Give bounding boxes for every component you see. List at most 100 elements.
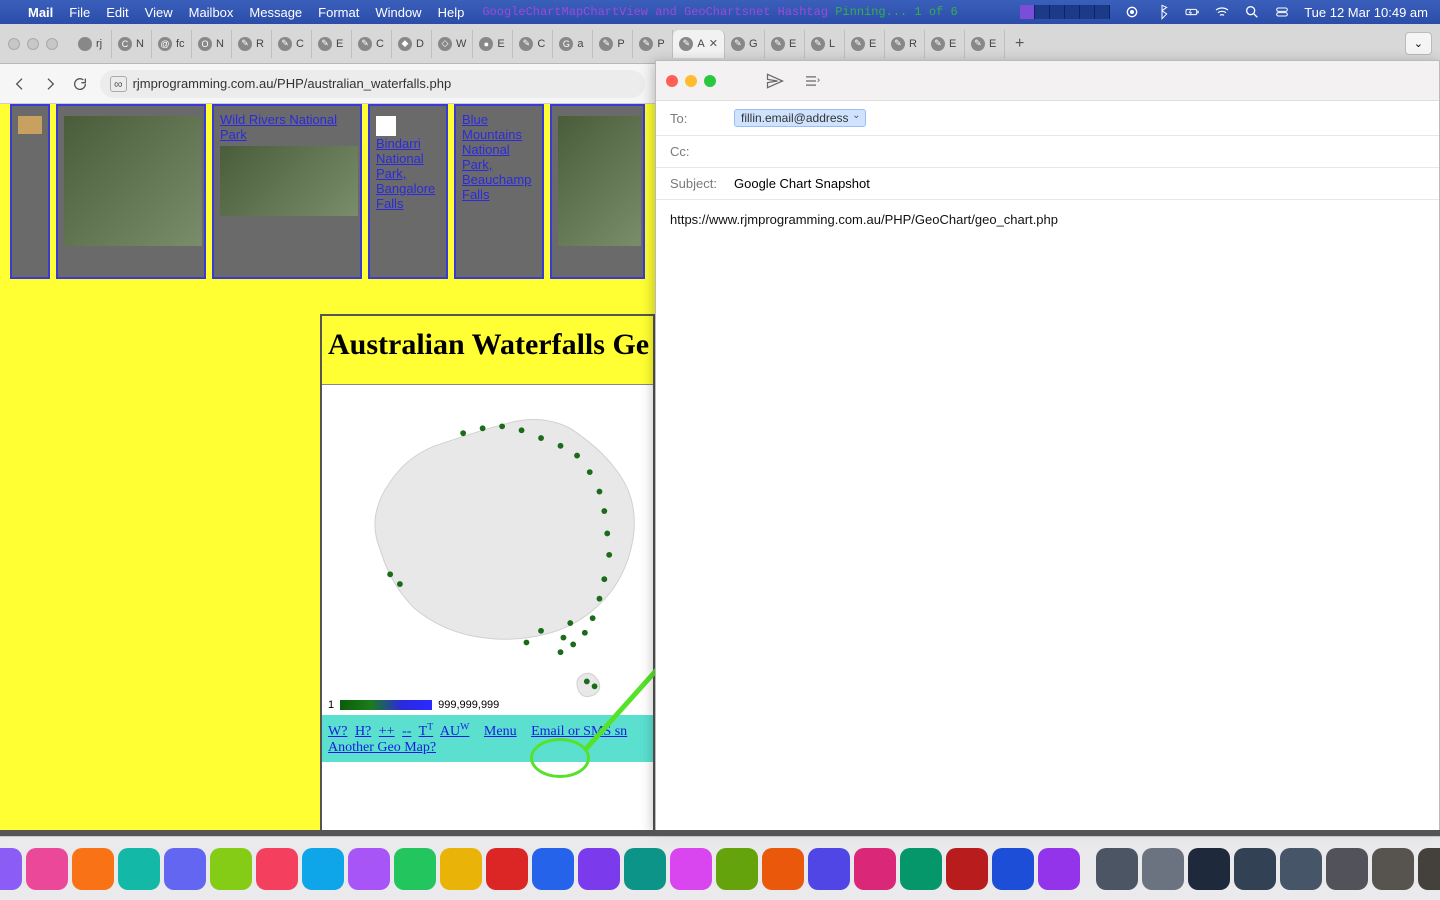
dock-app-icon[interactable] [578,848,620,890]
browser-tab[interactable]: ✎C [272,30,312,58]
geo-link-another[interactable]: Another Geo Map? [328,740,436,755]
browser-tab[interactable]: ●E [473,30,513,58]
dock-app-icon[interactable] [1038,848,1080,890]
browser-tab[interactable]: @fc [152,30,192,58]
geo-link-minus[interactable]: -- [402,724,411,739]
waterfall-tile[interactable] [10,104,50,279]
screen-record-icon[interactable] [1124,4,1140,20]
mail-cc-field[interactable]: Cc: [656,136,1439,168]
browser-tab[interactable]: CN [112,30,152,58]
browser-tab[interactable]: ◆D [392,30,432,58]
browser-tab[interactable]: ✎E [965,30,1005,58]
browser-tab[interactable]: ✎R [885,30,925,58]
tile-link[interactable]: Bindarri National Park, Bangalore Falls [376,136,440,211]
dock-app-icon[interactable] [440,848,482,890]
reload-icon[interactable] [70,74,90,94]
spotlight-icon[interactable] [1244,4,1260,20]
waterfall-tile[interactable]: Blue Mountains National Park, Beauchamp … [454,104,544,279]
dock-app-icon[interactable] [0,848,22,890]
dock-app-icon[interactable] [486,848,528,890]
browser-tab[interactable]: ✎A✕ [673,30,725,58]
menubar-clock[interactable]: Tue 12 Mar 10:49 am [1304,5,1428,20]
dock-app-icon[interactable] [1280,848,1322,890]
mail-subject-field[interactable]: Subject: Google Chart Snapshot [656,168,1439,200]
dock-app-icon[interactable] [1096,848,1138,890]
dock-app-icon[interactable] [716,848,758,890]
nav-forward-icon[interactable] [40,74,60,94]
wifi-icon[interactable] [1214,4,1230,20]
browser-tab[interactable]: ✎R [232,30,272,58]
mail-body[interactable]: https://www.rjmprogramming.com.au/PHP/Ge… [656,200,1439,239]
tile-link[interactable]: Blue Mountains National Park, Beauchamp … [462,112,536,202]
menu-format[interactable]: Format [318,5,359,20]
tab-overflow-button[interactable]: ⌄ [1405,32,1432,55]
browser-tab[interactable]: ✎G [725,30,765,58]
waterfall-tile[interactable]: Bindarri National Park, Bangalore Falls [368,104,448,279]
dock-app-icon[interactable] [256,848,298,890]
dock-app-icon[interactable] [1188,848,1230,890]
browser-tab[interactable]: ✎E [312,30,352,58]
dock-app-icon[interactable] [210,848,252,890]
dock-app-icon[interactable] [808,848,850,890]
geo-link-plus[interactable]: ++ [379,724,395,739]
geo-link-email[interactable]: Email or SMS sn [531,724,627,739]
dock-app-icon[interactable] [854,848,896,890]
tab-close-icon[interactable]: ✕ [709,37,718,50]
browser-tab[interactable]: ✎E [765,30,805,58]
dock-app-icon[interactable] [164,848,206,890]
control-center-icon[interactable] [1274,4,1290,20]
dock-app-icon[interactable] [118,848,160,890]
browser-tab[interactable]: ✎E [925,30,965,58]
new-tab-button[interactable]: + [1005,35,1034,53]
menu-mailbox[interactable]: Mailbox [189,5,234,20]
browser-tab[interactable]: ✎C [352,30,392,58]
nav-back-icon[interactable] [10,74,30,94]
menu-mail[interactable]: Mail [28,5,53,20]
menu-window[interactable]: Window [375,5,421,20]
browser-tab[interactable]: ✎C [513,30,553,58]
geo-link-w[interactable]: W? [328,724,347,739]
menu-help[interactable]: Help [438,5,465,20]
dock-app-icon[interactable] [992,848,1034,890]
browser-tab[interactable]: ◇W [432,30,473,58]
browser-tab[interactable]: rj [72,30,112,58]
dock-app-icon[interactable] [394,848,436,890]
bluetooth-icon[interactable] [1154,4,1170,20]
dock-app-icon[interactable] [946,848,988,890]
menu-message[interactable]: Message [249,5,302,20]
menu-edit[interactable]: Edit [106,5,128,20]
browser-tab[interactable]: Ga [553,30,593,58]
menu-view[interactable]: View [145,5,173,20]
waterfall-tile[interactable]: Wild Rivers National Park [212,104,362,279]
geo-map-area[interactable]: 1 999,999,999 [322,385,653,715]
format-list-icon[interactable] [800,70,822,92]
to-recipient-chip[interactable]: fillin.email@address [734,109,866,127]
dock-app-icon[interactable] [1234,848,1276,890]
dock-app-icon[interactable] [1326,848,1368,890]
browser-tab[interactable]: ✎P [633,30,673,58]
browser-tab[interactable]: ON [192,30,232,58]
geo-link-au[interactable]: AUW [440,724,469,739]
dock-app-icon[interactable] [624,848,666,890]
dock-app-icon[interactable] [26,848,68,890]
tile-link[interactable]: Wild Rivers National Park [220,112,354,142]
dock-app-icon[interactable] [762,848,804,890]
geo-link-h[interactable]: H? [355,724,371,739]
dock-app-icon[interactable] [900,848,942,890]
dock-app-icon[interactable] [670,848,712,890]
window-traffic-lights[interactable] [8,38,58,50]
dock-app-icon[interactable] [72,848,114,890]
mail-to-field[interactable]: To: fillin.email@address [656,101,1439,136]
dock-app-icon[interactable] [1418,848,1440,890]
browser-tab[interactable]: ✎P [593,30,633,58]
dock-app-icon[interactable] [348,848,390,890]
browser-tab[interactable]: ✎L [805,30,845,58]
browser-tab[interactable]: ✎E [845,30,885,58]
dock-app-icon[interactable] [1142,848,1184,890]
mail-traffic-lights[interactable] [666,75,716,87]
url-bar[interactable]: ∞ rjmprogramming.com.au/PHP/australian_w… [100,70,645,98]
waterfall-tile[interactable] [56,104,206,279]
battery-icon[interactable] [1184,4,1200,20]
waterfall-tile[interactable] [550,104,645,279]
menu-file[interactable]: File [69,5,90,20]
